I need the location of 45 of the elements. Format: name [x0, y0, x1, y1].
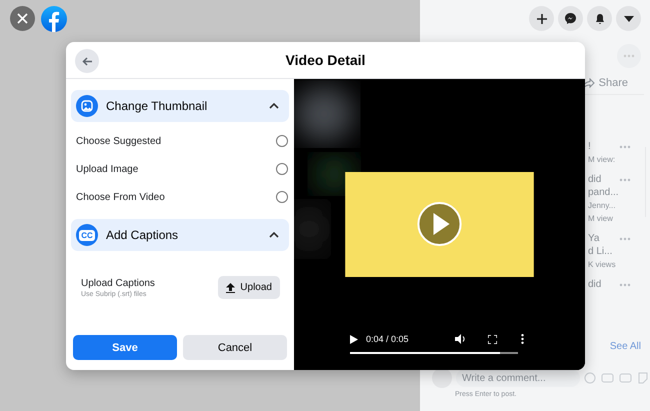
video-meta: K views — [588, 259, 616, 271]
video-meta: M view: — [588, 154, 616, 166]
bell-icon[interactable] — [587, 6, 612, 31]
save-button[interactable]: Save — [73, 335, 177, 360]
radio-button[interactable] — [276, 135, 288, 147]
radio-button[interactable] — [276, 163, 288, 175]
close-icon — [17, 13, 28, 24]
dropdown-icon[interactable] — [616, 6, 641, 31]
video-title[interactable]: ! — [588, 141, 616, 153]
section-header[interactable]: CC Add Captions — [71, 219, 289, 251]
upload-label: Upload Captions — [81, 278, 155, 288]
back-button[interactable] — [75, 49, 99, 73]
video-meta: M view — [588, 213, 614, 225]
upload-button[interactable]: Upload — [218, 276, 280, 299]
avatar-icon — [432, 368, 452, 388]
video-meta: Jenny... — [588, 200, 616, 212]
chevron-up-icon[interactable] — [269, 232, 279, 238]
option-label: Choose Suggested — [76, 136, 162, 146]
video-time: 0:04 / 0:05 — [366, 334, 410, 344]
play-icon[interactable] — [350, 334, 358, 344]
more-icon[interactable] — [521, 334, 524, 344]
section-header[interactable]: Change Thumbnail — [71, 90, 289, 122]
cancel-button[interactable]: Cancel — [183, 335, 287, 360]
image-icon — [76, 95, 98, 117]
video-title[interactable]: did — [588, 279, 602, 291]
video-title[interactable]: d Li... — [588, 246, 616, 258]
video-title[interactable]: did — [588, 174, 619, 186]
dialog-title: Video Detail — [286, 52, 366, 68]
radio-button[interactable] — [276, 191, 288, 203]
comment-field[interactable]: Write a comment... — [456, 369, 580, 387]
option-label: Choose From Video — [76, 192, 165, 202]
messenger-icon[interactable] — [558, 6, 583, 31]
captions-icon: CC — [76, 224, 98, 246]
see-all-link[interactable]: See All — [610, 341, 641, 352]
plus-icon[interactable] — [529, 6, 554, 31]
video-title[interactable]: pand... — [588, 187, 619, 199]
close-button[interactable] — [10, 6, 35, 31]
fullscreen-icon[interactable] — [488, 334, 497, 344]
video-title[interactable]: Ya — [588, 233, 616, 245]
upload-icon — [226, 282, 236, 292]
volume-icon[interactable] — [455, 334, 466, 344]
chevron-up-icon[interactable] — [269, 103, 279, 109]
option-label: Upload Image — [76, 164, 138, 174]
back-arrow-icon — [82, 56, 92, 66]
logo-icon[interactable] — [41, 6, 67, 32]
